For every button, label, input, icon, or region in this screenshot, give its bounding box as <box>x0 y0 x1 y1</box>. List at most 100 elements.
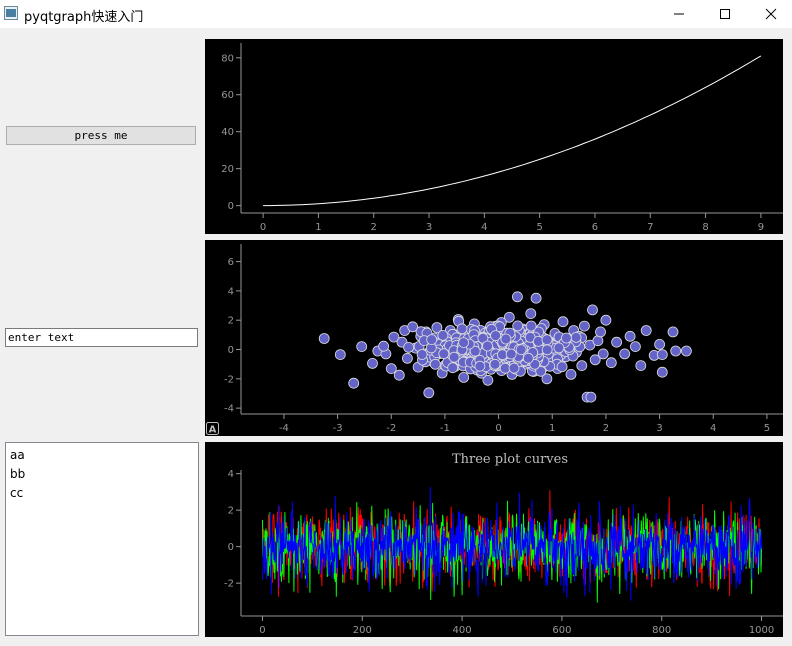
scatter-point <box>393 369 405 381</box>
y-tick-label: -2 <box>224 374 234 385</box>
scatter-point <box>385 363 397 375</box>
x-tick-label: -4 <box>279 423 289 434</box>
list-widget[interactable]: aa bb cc <box>5 442 199 636</box>
scatter-point <box>560 332 572 344</box>
window-title: pyqtgraph快速入门 <box>24 10 144 25</box>
scatter-point <box>378 340 390 352</box>
maximize-button[interactable] <box>702 0 748 28</box>
scatter-point <box>585 391 597 403</box>
scatter-point <box>512 320 524 332</box>
y-tick-label: -4 <box>224 404 234 415</box>
scatter-point <box>456 323 468 335</box>
scatter-point <box>578 320 590 332</box>
list-item[interactable]: aa <box>10 446 198 465</box>
scatter-point <box>600 314 612 326</box>
scatter-point <box>505 348 517 360</box>
y-tick-label: 6 <box>228 257 234 268</box>
x-tick-label: 2 <box>371 222 377 233</box>
scatter-point <box>570 332 582 343</box>
title-bar[interactable]: pyqtgraph快速入门 <box>0 0 792 28</box>
scatter-plot-canvas[interactable]: -4 -3 -2 -1 0 1 2 3 4 5 -4 -2 0 2 4 6 A <box>205 240 783 436</box>
scatter-point <box>619 348 631 360</box>
auto-range-button[interactable]: A <box>206 422 219 436</box>
scatter-point <box>356 341 368 352</box>
x-tick-label: 4 <box>481 222 487 233</box>
scatter-point <box>530 292 542 304</box>
x-tick-label: 1000 <box>749 625 774 636</box>
x-tick-label: 0 <box>259 625 265 636</box>
text-input[interactable] <box>5 328 198 347</box>
x-tick-label: 9 <box>758 222 764 233</box>
line-plot[interactable]: 0 1 2 3 4 5 6 7 8 9 0 20 40 60 80 <box>205 39 783 234</box>
y-tick-label: 0 <box>228 345 234 356</box>
app-icon <box>4 6 18 20</box>
scatter-point <box>656 366 668 378</box>
x-tick-label: -1 <box>440 423 450 434</box>
scatter-point <box>635 360 647 371</box>
scatter-point <box>426 334 438 345</box>
scatter-point <box>500 333 512 345</box>
scatter-point <box>367 358 378 369</box>
x-tick-label: 6 <box>592 222 598 233</box>
y-tick-label: 4 <box>228 286 234 297</box>
x-tick-label: 4 <box>710 423 716 434</box>
scatter-point <box>640 325 652 336</box>
plot-title: Three plot curves <box>452 452 568 467</box>
x-tick-label: 0 <box>260 222 266 233</box>
minimize-icon <box>674 13 684 15</box>
x-tick-label: 3 <box>656 423 662 434</box>
x-tick-label: 8 <box>702 222 708 233</box>
x-tick-label: -3 <box>333 423 343 434</box>
scatter-point <box>532 336 544 347</box>
scatter-point <box>522 352 534 364</box>
press-me-button[interactable]: press me <box>6 126 196 145</box>
y-tick-label: 60 <box>221 90 234 101</box>
y-tick-label: 0 <box>228 542 234 553</box>
scatter-point <box>667 326 679 338</box>
scatter-point <box>654 339 666 350</box>
scatter-point <box>565 368 577 380</box>
list-item[interactable]: bb <box>10 465 198 484</box>
scatter-point <box>597 348 609 360</box>
minimize-button[interactable] <box>656 0 702 28</box>
y-tick-label: 2 <box>228 506 234 517</box>
x-tick-label: 5 <box>764 423 770 434</box>
scatter-point <box>553 342 565 354</box>
scatter-point <box>557 316 569 328</box>
line-plot-canvas[interactable]: 0 1 2 3 4 5 6 7 8 9 0 20 40 60 80 <box>205 39 783 234</box>
x-tick-label: 0 <box>495 423 501 434</box>
scatter-plot[interactable]: -4 -3 -2 -1 0 1 2 3 4 5 -4 -2 0 2 4 6 A <box>205 240 783 436</box>
scatter-point <box>576 360 588 371</box>
scatter-point <box>458 371 470 383</box>
x-tick-label: 2 <box>603 423 609 434</box>
scatter-point <box>515 344 527 355</box>
x-tick-label: 1 <box>315 222 321 233</box>
scatter-point <box>541 344 553 356</box>
close-icon <box>765 8 777 20</box>
auto-range-label: A <box>209 425 217 436</box>
list-item[interactable]: cc <box>10 484 198 503</box>
scatter-point <box>525 308 537 319</box>
three-curves-plot[interactable]: 0 200 400 600 800 1000 -2 0 2 4 Three plot curves <box>205 442 783 637</box>
scatter-point <box>541 334 553 346</box>
scatter-point <box>656 349 668 360</box>
scatter-point <box>448 351 460 363</box>
scatter-point <box>525 320 537 332</box>
scatter-point <box>458 337 470 348</box>
scatter-point <box>334 349 346 360</box>
scatter-point <box>624 330 636 342</box>
x-tick-label: 1 <box>549 423 555 434</box>
scatter-point <box>482 340 493 352</box>
y-tick-label: 0 <box>228 201 234 212</box>
scatter-point <box>318 333 330 344</box>
close-button[interactable] <box>748 0 792 28</box>
scatter-point <box>423 387 435 399</box>
y-tick-label: 80 <box>221 53 234 64</box>
three-curves-canvas[interactable]: 0 200 400 600 800 1000 -2 0 2 4 Three plot curves <box>205 442 783 637</box>
scatter-point <box>447 362 459 374</box>
y-tick-label: 20 <box>221 164 234 175</box>
scatter-point <box>403 342 415 353</box>
scatter-point <box>489 358 501 370</box>
scatter-point <box>511 291 523 303</box>
x-tick-label: 7 <box>647 222 653 233</box>
